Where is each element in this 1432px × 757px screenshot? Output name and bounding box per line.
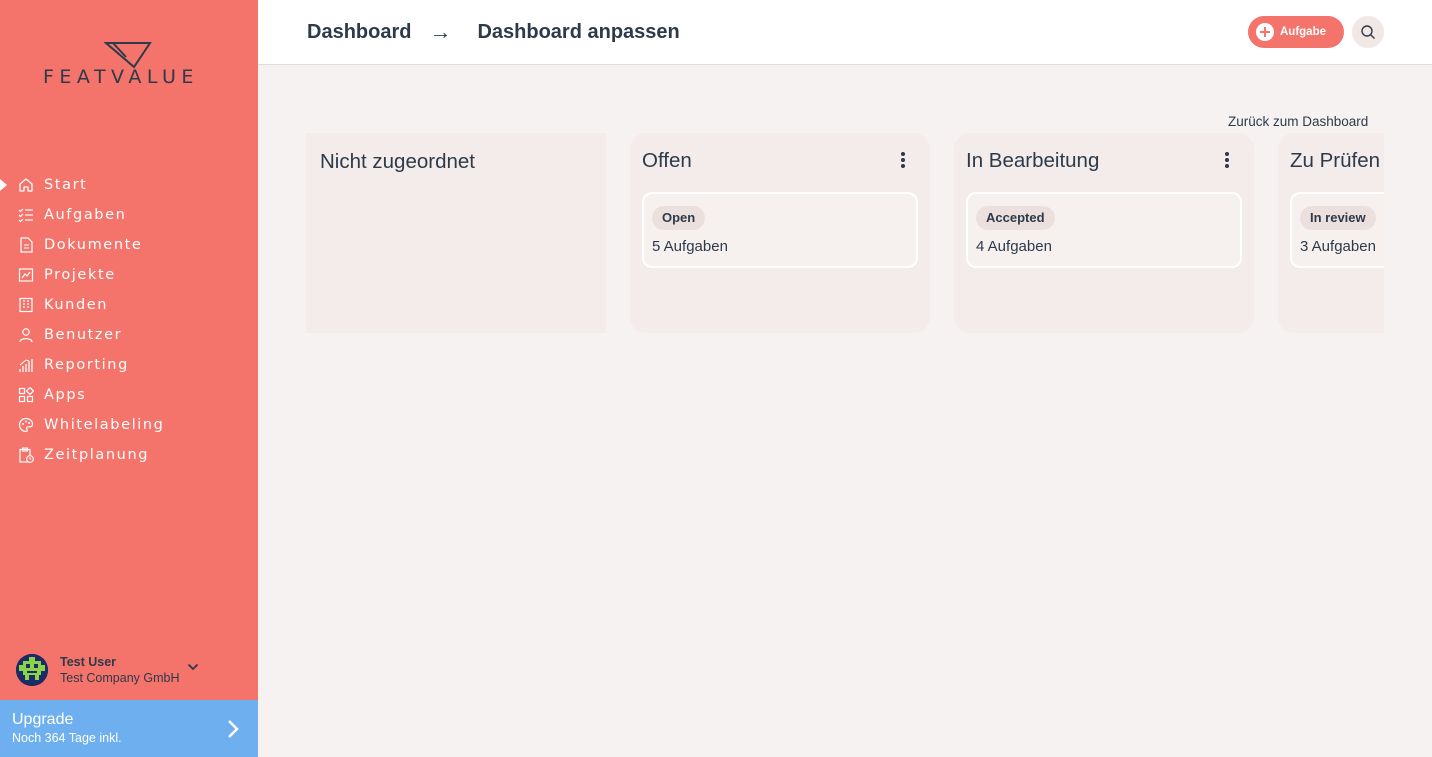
upgrade-subtitle: Noch 364 Tage inkl. (12, 731, 122, 745)
chart-icon (18, 267, 34, 283)
sidebar-item-label: Projekte (44, 267, 116, 283)
task-count: 4 Aufgaben (976, 238, 1052, 255)
user-name: Test User (60, 654, 117, 669)
sidebar-item-dokumente[interactable]: Dokumente (0, 230, 258, 260)
back-to-dashboard-link[interactable]: Zurück zum Dashboard (1228, 114, 1368, 129)
chevron-right-icon (226, 718, 240, 745)
sidebar-nav: Start Aufgaben Dokumente Projekte Kunden (0, 170, 258, 470)
sidebar-item-label: Dokumente (44, 237, 143, 253)
column-title: Offen (642, 149, 692, 172)
status-badge: Open (652, 206, 706, 230)
sidebar-item-label: Kunden (44, 297, 109, 313)
sidebar-item-label: Benutzer (44, 327, 123, 343)
column-in-bearbeitung[interactable]: In Bearbeitung Accepted 4 Aufgaben (954, 133, 1254, 333)
sidebar-item-label: Whitelabeling (44, 417, 165, 433)
sidebar-item-benutzer[interactable]: Benutzer (0, 320, 258, 350)
column-nicht-zugeordnet[interactable]: Nicht zugeordnet (306, 133, 606, 333)
sidebar-item-start[interactable]: Start (0, 170, 258, 200)
home-icon (18, 177, 34, 193)
apps-icon (18, 387, 34, 403)
breadcrumb-item-current: Dashboard anpassen (477, 20, 680, 43)
user-icon (18, 327, 34, 343)
column-offen[interactable]: Offen Open 5 Aufgaben (630, 133, 930, 333)
sidebar-item-label: Reporting (44, 357, 129, 373)
column-title: In Bearbeitung (966, 149, 1100, 172)
clipboard-clock-icon (18, 447, 34, 463)
search-icon (1361, 25, 1375, 39)
logo[interactable]: FEATVALUE (40, 40, 220, 90)
user-info: Test User Test Company GmbH (60, 655, 179, 686)
column-zu-pruefen[interactable]: Zu Prüfen In review 3 Aufgaben (1278, 133, 1384, 333)
sidebar-item-whitelabeling[interactable]: Whitelabeling (0, 410, 258, 440)
sidebar-item-label: Zeitplanung (44, 447, 150, 463)
column-title: Zu Prüfen (1290, 149, 1381, 172)
add-task-button[interactable]: Aufgabe (1248, 16, 1344, 48)
building-icon (18, 297, 34, 313)
sidebar-item-label: Start (44, 177, 88, 193)
status-card[interactable]: In review 3 Aufgaben (1290, 192, 1384, 268)
upgrade-title: Upgrade (12, 711, 74, 728)
sidebar-item-aufgaben[interactable]: Aufgaben (0, 200, 258, 230)
status-badge: In review (1300, 206, 1376, 230)
task-count: 3 Aufgaben (1300, 238, 1376, 255)
bar-chart-icon (18, 357, 34, 373)
breadcrumb-separator: → (429, 19, 452, 44)
active-indicator (0, 179, 7, 191)
column-title: Nicht zugeordnet (320, 150, 475, 173)
status-badge: Accepted (976, 206, 1055, 230)
palette-icon (18, 417, 34, 433)
user-company: Test Company GmbH (60, 670, 180, 685)
checklist-icon (18, 207, 34, 223)
sidebar-item-reporting[interactable]: Reporting (0, 350, 258, 380)
sidebar-item-apps[interactable]: Apps (0, 380, 258, 410)
plus-icon (1256, 23, 1274, 41)
sidebar-item-zeitplanung[interactable]: Zeitplanung (0, 440, 258, 470)
status-card[interactable]: Open 5 Aufgaben (642, 192, 918, 268)
search-button[interactable] (1352, 16, 1384, 48)
breadcrumb: Dashboard → Dashboard anpassen (307, 19, 680, 45)
status-card[interactable]: Accepted 4 Aufgaben (966, 192, 1242, 268)
avatar (16, 654, 48, 686)
sidebar-item-kunden[interactable]: Kunden (0, 290, 258, 320)
more-vertical-icon[interactable] (1222, 151, 1232, 169)
sidebar-item-label: Aufgaben (44, 207, 127, 223)
top-header: Dashboard → Dashboard anpassen Aufgabe (258, 0, 1432, 65)
add-task-label: Aufgabe (1280, 26, 1326, 38)
kanban-board: Nicht zugeordnet Offen Open 5 Aufgaben I… (306, 133, 1384, 333)
sidebar: FEATVALUE Start Aufgaben Dokumente Proje… (0, 0, 258, 757)
chevron-down-icon[interactable] (187, 658, 199, 676)
document-icon (18, 237, 34, 253)
logo-text: FEATVALUE (43, 66, 199, 88)
sidebar-item-label: Apps (44, 387, 87, 403)
upgrade-banner[interactable]: Upgrade Noch 364 Tage inkl. (0, 700, 258, 757)
user-menu[interactable]: Test User Test Company GmbH (16, 652, 246, 688)
sidebar-item-projekte[interactable]: Projekte (0, 260, 258, 290)
breadcrumb-item-dashboard[interactable]: Dashboard (307, 21, 411, 44)
task-count: 5 Aufgaben (652, 238, 728, 255)
more-vertical-icon[interactable] (898, 151, 908, 169)
